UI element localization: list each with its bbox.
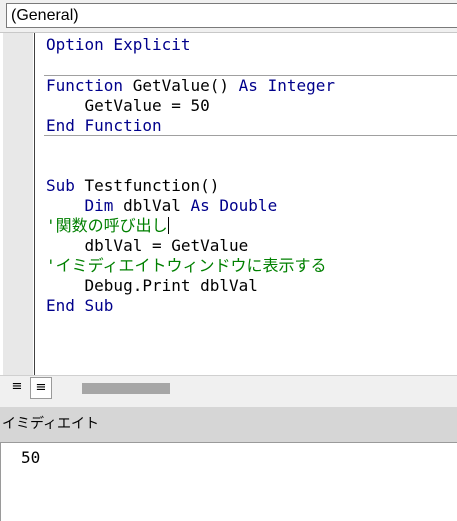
identifier-token: Debug.Print dblVal bbox=[46, 276, 258, 295]
code-window[interactable]: Option Explicit Function GetValue() As I… bbox=[0, 33, 457, 375]
code-line: 'イミディエイトウィンドウに表示する bbox=[46, 256, 457, 276]
text-caret bbox=[167, 217, 169, 234]
margin-indicator-fill bbox=[3, 33, 33, 375]
margin-indicator-bar[interactable] bbox=[0, 33, 35, 375]
code-editor[interactable]: Option Explicit Function GetValue() As I… bbox=[44, 35, 457, 316]
code-line: End Sub bbox=[46, 296, 457, 316]
procedure-dropdown[interactable]: (General) bbox=[6, 3, 457, 28]
vba-editor: (General) Option Explicit Function GetVa… bbox=[0, 0, 457, 521]
code-line: Debug.Print dblVal bbox=[46, 276, 457, 296]
horizontal-scrollbar-thumb[interactable] bbox=[82, 383, 170, 394]
procedure-view-icon: ≡ bbox=[11, 379, 23, 394]
keyword-token: As Double bbox=[190, 196, 278, 215]
code-line: Sub Testfunction() bbox=[46, 176, 457, 196]
procedure-bar: (General) bbox=[0, 0, 457, 33]
comment-token: 'イミディエイトウィンドウに表示する bbox=[46, 256, 327, 275]
procedure-view-button[interactable]: ≡ bbox=[6, 377, 28, 399]
code-line: Function GetValue() As Integer bbox=[46, 76, 457, 96]
code-line: Dim dblVal As Double bbox=[46, 196, 457, 216]
comment-token: '関数の呼び出し bbox=[46, 216, 168, 235]
immediate-output: 50 bbox=[21, 448, 41, 467]
identifier-token: GetValue = 50 bbox=[46, 96, 210, 115]
keyword-token: End Function bbox=[46, 116, 162, 135]
code-line: GetValue = 50 bbox=[46, 96, 457, 116]
immediate-window[interactable]: 50 bbox=[0, 443, 457, 521]
keyword-token: Option Explicit bbox=[46, 35, 191, 54]
identifier-token: dblVal bbox=[123, 196, 191, 215]
keyword-token: Sub bbox=[46, 176, 85, 195]
code-line bbox=[44, 55, 457, 76]
code-window-footer: ≡ ≡ bbox=[0, 375, 457, 399]
splitter[interactable] bbox=[0, 399, 457, 407]
keyword-token: End Sub bbox=[46, 296, 114, 315]
code-line: dblVal = GetValue bbox=[46, 236, 457, 256]
full-module-view-icon: ≡ bbox=[35, 380, 47, 395]
keyword-token: Dim bbox=[46, 196, 124, 215]
code-line: Option Explicit bbox=[46, 35, 457, 55]
identifier-token: dblVal = GetValue bbox=[46, 236, 249, 255]
keyword-token: Function bbox=[46, 76, 133, 95]
code-line: '関数の呼び出し bbox=[46, 216, 457, 236]
keyword-token: As Integer bbox=[238, 76, 335, 95]
immediate-window-title: イミディエイト bbox=[0, 407, 457, 443]
full-module-view-button[interactable]: ≡ bbox=[30, 377, 52, 399]
code-line: End Function bbox=[46, 116, 457, 136]
identifier-token: Testfunction() bbox=[84, 176, 220, 195]
identifier-token: GetValue() bbox=[132, 76, 239, 95]
